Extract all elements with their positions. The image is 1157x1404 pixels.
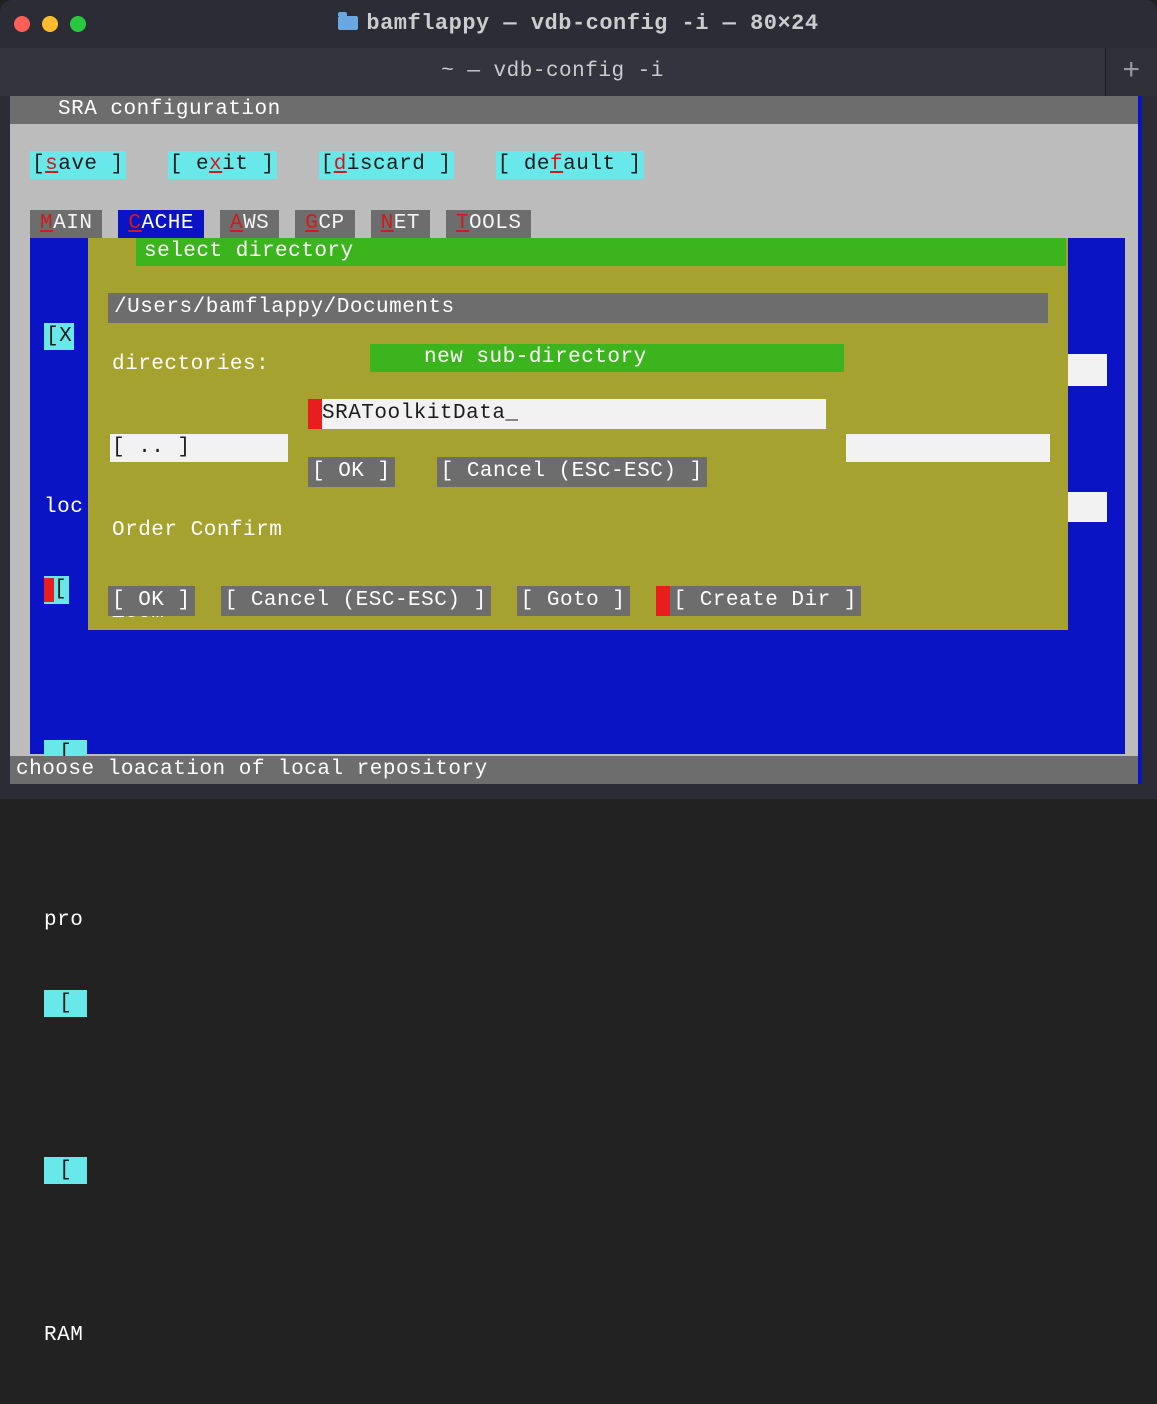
scroll-mark bbox=[1065, 354, 1107, 386]
config-tabs: MAIN CACHE AWS GCP NET TOOLS bbox=[30, 210, 531, 238]
subdialog-title: new sub-directory bbox=[370, 344, 844, 372]
tab-tools[interactable]: TOOLS bbox=[446, 210, 532, 238]
tab-main[interactable]: MAIN bbox=[30, 210, 102, 238]
checkbox[interactable]: [X bbox=[44, 323, 74, 350]
traffic-lights bbox=[14, 16, 86, 32]
save-button[interactable]: [ save ] bbox=[30, 151, 126, 179]
goto-button[interactable]: [ Goto ] bbox=[517, 586, 630, 616]
window-titlebar: bamflappy — vdb-config -i — 80×24 bbox=[0, 0, 1157, 48]
ok-button[interactable]: [ OK ] bbox=[108, 586, 195, 616]
terminal-tab[interactable]: ~ — vdb-config -i bbox=[0, 48, 1105, 96]
terminal-area: SRA configuration [ save ] [ exit ] [ di… bbox=[10, 96, 1142, 784]
path-field[interactable]: /Users/bamflappy/Documents bbox=[108, 293, 1048, 323]
tab-cache[interactable]: CACHE bbox=[118, 210, 204, 238]
tab-gcp[interactable]: GCP bbox=[295, 210, 354, 238]
create-dir-button[interactable]: [ Create Dir ] bbox=[670, 586, 861, 616]
scroll-mark bbox=[1065, 492, 1107, 522]
tab-net[interactable]: NET bbox=[371, 210, 430, 238]
new-subdirectory-dialog: new sub-directory SRAToolkitData_ [ OK ]… bbox=[288, 344, 846, 522]
terminal-window: bamflappy — vdb-config -i — 80×24 ~ — vd… bbox=[0, 0, 1157, 799]
dialog-title: select directory bbox=[136, 238, 1066, 266]
bracket-button[interactable]: [ bbox=[44, 1157, 87, 1184]
close-icon[interactable] bbox=[14, 16, 30, 32]
status-bar: choose loacation of local repository bbox=[10, 756, 1138, 784]
folder-icon bbox=[338, 16, 358, 30]
window-title: bamflappy — vdb-config -i — 80×24 bbox=[0, 10, 1157, 39]
cursor-icon bbox=[656, 586, 670, 616]
create-dir-wrap: [ Create Dir ] bbox=[656, 586, 861, 616]
top-button-row: [ save ] [ exit ] [ discard ] [ default … bbox=[30, 151, 644, 179]
cancel-button[interactable]: [ Cancel (ESC-ESC) ] bbox=[437, 457, 707, 487]
subdir-name-input[interactable]: SRAToolkitData_ bbox=[308, 399, 826, 429]
minimize-icon[interactable] bbox=[42, 16, 58, 32]
subdialog-buttons: [ OK ] [ Cancel (ESC-ESC) ] bbox=[308, 457, 707, 487]
label-ram: RAM bbox=[44, 1322, 149, 1350]
zoom-icon[interactable] bbox=[70, 16, 86, 32]
cursor-icon bbox=[308, 399, 322, 429]
discard-button[interactable]: [ discard ] bbox=[319, 151, 454, 179]
tab-bar: ~ — vdb-config -i + bbox=[0, 48, 1157, 96]
default-button[interactable]: [ default ] bbox=[496, 151, 644, 179]
exit-button[interactable]: [ exit ] bbox=[168, 151, 277, 179]
label-pro: pro bbox=[44, 907, 149, 935]
bracket-button[interactable]: [ bbox=[44, 576, 69, 604]
bracket-button[interactable]: [ bbox=[44, 990, 87, 1017]
ok-button[interactable]: [ OK ] bbox=[308, 457, 395, 487]
new-tab-button[interactable]: + bbox=[1105, 48, 1157, 96]
directories-label: directories: bbox=[112, 351, 269, 378]
cancel-button[interactable]: [ Cancel (ESC-ESC) ] bbox=[221, 586, 491, 616]
select-directory-dialog: select directory /Users/bamflappy/Docume… bbox=[88, 238, 1068, 630]
dialog-buttons: [ OK ] [ Cancel (ESC-ESC) ] [ Goto ] [ C… bbox=[108, 586, 861, 616]
subdir-name-value: SRAToolkitData_ bbox=[322, 400, 519, 427]
tab-aws[interactable]: AWS bbox=[220, 210, 279, 238]
app-header: SRA configuration bbox=[10, 96, 1138, 124]
